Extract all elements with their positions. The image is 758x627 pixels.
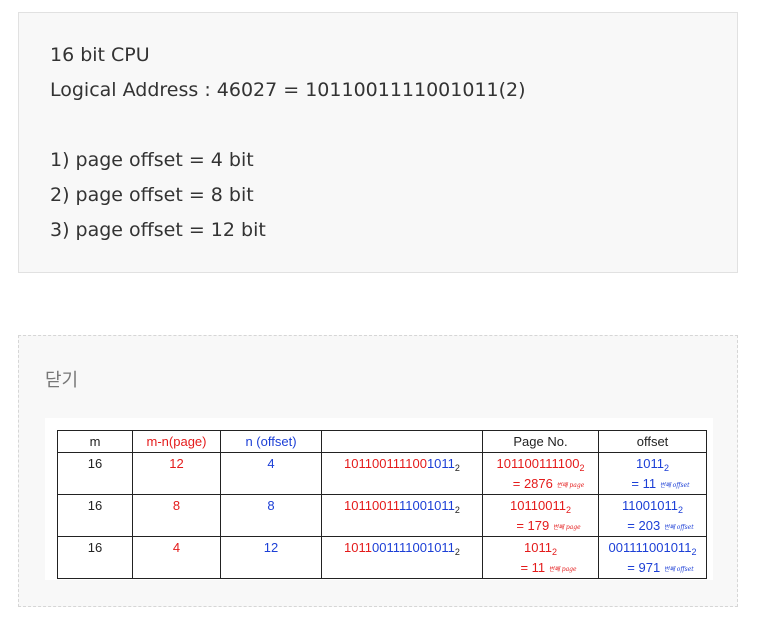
table-row: 16 4 12 10110011110010112 10112 = 11 번째 p…: [57, 536, 707, 579]
cell-offset-bits: 12: [220, 536, 322, 579]
question-box: 16 bit CPU Logical Address : 46027 = 101…: [18, 12, 738, 273]
cell-page-number: 101100112 = 179 번째 page: [482, 494, 599, 537]
header-page-bits: m-n(page): [132, 430, 221, 453]
close-toggle-button[interactable]: 닫기: [45, 366, 78, 392]
cpu-spec: 16 bit CPU: [50, 44, 150, 66]
cell-binary-address: 10110011110010112: [321, 494, 483, 537]
table-header-row: m m-n(page) n (offset) Page No. offset: [57, 430, 707, 453]
cell-m: 16: [57, 452, 133, 495]
cell-offset-bits: 4: [220, 452, 322, 495]
cell-page-bits: 4: [132, 536, 221, 579]
header-offset: offset: [598, 430, 707, 453]
header-m: m: [57, 430, 133, 453]
cell-binary-address: 10110011110010112: [321, 452, 483, 495]
answer-box: 닫기 m m-n(page) n (offset) Page No. offse…: [18, 335, 738, 607]
question-3: 3) page offset = 12 bit: [50, 219, 266, 241]
cell-page-number: 10112 = 11 번째 page: [482, 536, 599, 579]
question-2: 2) page offset = 8 bit: [50, 184, 254, 206]
cell-page-bits: 12: [132, 452, 221, 495]
cell-offset-value: 110010112 = 203 번째 offset: [598, 494, 707, 537]
header-offset-bits: n (offset): [220, 430, 322, 453]
question-1: 1) page offset = 4 bit: [50, 149, 254, 171]
table-row: 16 8 8 10110011110010112 101100112 = 179 …: [57, 494, 707, 537]
cell-page-bits: 8: [132, 494, 221, 537]
cell-m: 16: [57, 536, 133, 579]
logical-address: Logical Address : 46027 = 10110011110010…: [50, 79, 526, 101]
cell-page-number: 1011001111002 = 2876 번째 page: [482, 452, 599, 495]
cell-offset-value: 0011110010112 = 971 번째 offset: [598, 536, 707, 579]
table-row: 16 12 4 10110011110010112 1011001111002 =…: [57, 452, 707, 495]
cell-m: 16: [57, 494, 133, 537]
cell-offset-value: 10112 = 11 번째 offset: [598, 452, 707, 495]
paging-table: m m-n(page) n (offset) Page No. offset 1…: [57, 430, 707, 579]
header-binary: [321, 430, 483, 453]
cell-offset-bits: 8: [220, 494, 322, 537]
cell-binary-address: 10110011110010112: [321, 536, 483, 579]
header-page-no: Page No.: [482, 430, 599, 453]
